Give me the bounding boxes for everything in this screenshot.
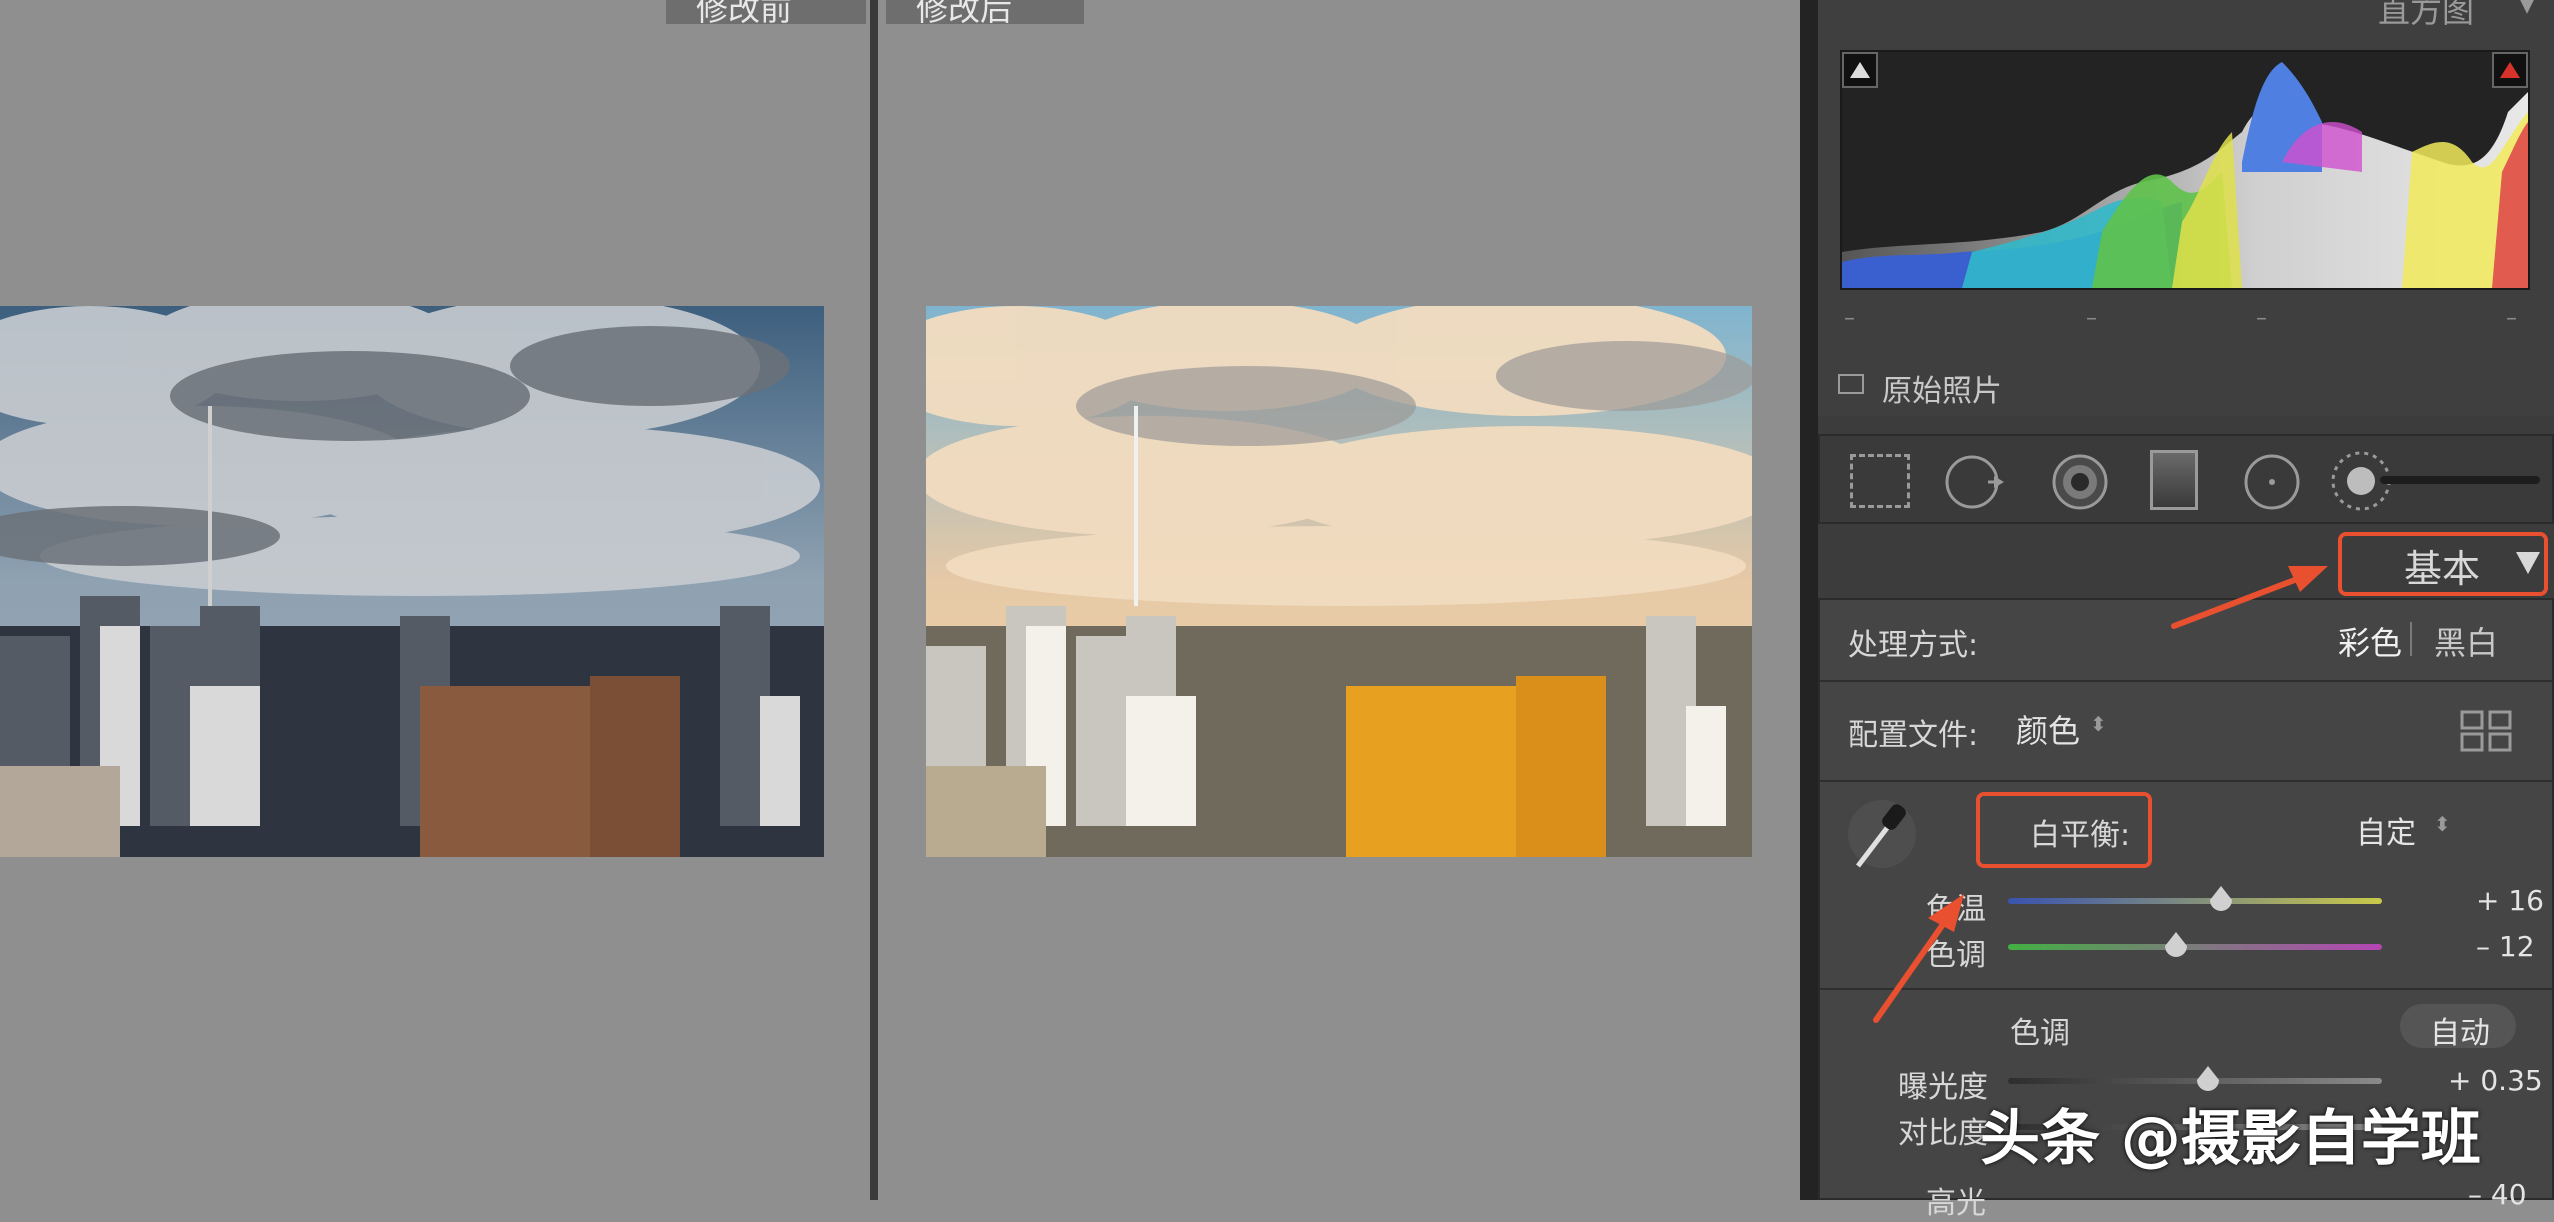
compare-view: 修改前 修改后 (0, 0, 1800, 1200)
compare-divider[interactable] (870, 0, 878, 1200)
before-photo (0, 306, 824, 857)
develop-right-panel: 直方图 ▾ – – – – 原始照片 基本 处理方式: 彩色 黑白 配置文件: … (1800, 0, 2554, 1221)
after-photo (926, 306, 1752, 857)
before-label: 修改前 (666, 0, 866, 24)
after-label: 修改后 (886, 0, 1084, 24)
annotation-arrows (1873, 566, 2328, 1023)
watermark: 头条 @摄影自学班 (1980, 1104, 2481, 1174)
